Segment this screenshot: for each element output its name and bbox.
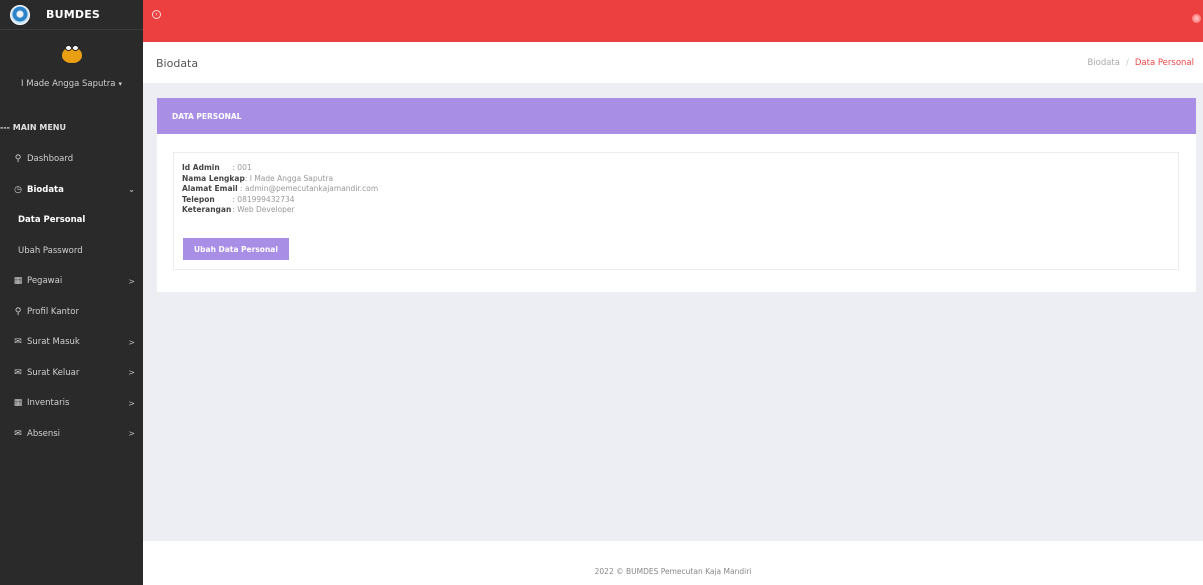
clock-icon: ◷ bbox=[14, 184, 22, 195]
field-value: : Web Developer bbox=[232, 205, 295, 214]
info-row: Alamat Email : admin@pemecutankajamandir… bbox=[182, 184, 378, 195]
user-name: I Made Angga Saputra bbox=[21, 79, 116, 89]
field-label: Id Admin bbox=[182, 163, 220, 172]
calendar-icon: ▦ bbox=[13, 398, 23, 409]
avatar[interactable] bbox=[60, 43, 84, 63]
sidebar-item-label: Data Personal bbox=[18, 215, 86, 226]
avatar-eye bbox=[71, 45, 79, 51]
info-row: Id Admin : 001 bbox=[182, 163, 378, 174]
field-label: Alamat Email bbox=[182, 184, 238, 193]
sidebar-item-absensi[interactable]: ✉ Absensi > bbox=[0, 419, 143, 450]
sidebar-item-label: Dashboard bbox=[27, 154, 74, 165]
sidebar-item-dashboard[interactable]: ⚲ Dashboard bbox=[0, 144, 143, 175]
sidebar-item-pegawai[interactable]: ▦ Pegawai > bbox=[0, 266, 143, 297]
logo-icon bbox=[10, 4, 30, 25]
field-value: : 001 bbox=[232, 163, 252, 172]
field-value: : I Made Angga Saputra bbox=[244, 173, 334, 183]
brand[interactable]: BUMDES bbox=[0, 0, 143, 29]
field-value: : admin@pemecutankajamandir.com bbox=[240, 184, 379, 193]
sidebar-item-label: Profil Kantor bbox=[27, 306, 79, 317]
sidebar-item-label: Inventaris bbox=[27, 398, 70, 409]
chevron-down-icon: ⌄ bbox=[128, 185, 135, 195]
chevron-right-icon: > bbox=[128, 337, 135, 347]
sidebar-item-biodata[interactable]: ◷ Biodata ⌄ bbox=[0, 175, 143, 206]
field-value: : 081999432734 bbox=[232, 194, 295, 204]
topbar: ‹ bbox=[143, 0, 1203, 42]
sidebar: BUMDES I Made Angga Saputra ▾ --- MAIN ME… bbox=[0, 0, 143, 585]
sidebar-item-inventaris[interactable]: ▦ Inventaris > bbox=[0, 388, 143, 419]
personal-info: Id Admin : 001 Nama Lengkap: I Made Angg… bbox=[182, 163, 378, 216]
sidebar-item-label: Absensi bbox=[27, 428, 61, 439]
footer: 2022 © BUMDES Pemecutan Kaja Mandiri bbox=[143, 541, 1203, 585]
sidebar-item-label: Surat Keluar bbox=[27, 367, 80, 378]
calendar-icon: ▦ bbox=[13, 276, 23, 287]
biodata-submenu: Data Personal Ubah Password bbox=[0, 205, 143, 266]
sidebar-item-surat-keluar[interactable]: ✉ Surat Keluar > bbox=[0, 358, 143, 389]
field-label: Keterangan bbox=[182, 205, 232, 214]
chevron-right-icon: > bbox=[128, 368, 135, 378]
info-row: Telepon : 081999432734 bbox=[182, 195, 378, 206]
sidebar-toggle-icon[interactable]: ‹ bbox=[152, 10, 161, 19]
sidebar-item-label: Biodata bbox=[27, 184, 64, 195]
settings-icon[interactable] bbox=[1192, 14, 1201, 23]
sidebar-menu: ⚲ Dashboard ◷ Biodata ⌄ Data Personal Ub… bbox=[0, 144, 143, 449]
sidebar-item-data-personal[interactable]: Data Personal bbox=[0, 205, 143, 236]
page-header: Biodata Biodata / Data Personal bbox=[143, 42, 1203, 83]
envelope-icon: ✉ bbox=[14, 337, 22, 348]
card-title: DATA PERSONAL bbox=[157, 98, 1196, 134]
caret-down-icon: ▾ bbox=[118, 80, 122, 88]
user-panel: I Made Angga Saputra ▾ bbox=[0, 29, 143, 112]
sidebar-item-profil-kantor[interactable]: ⚲ Profil Kantor bbox=[0, 297, 143, 328]
info-row: Keterangan : Web Developer bbox=[182, 205, 378, 216]
breadcrumb-parent[interactable]: Biodata bbox=[1087, 58, 1120, 68]
sidebar-item-label: Surat Masuk bbox=[27, 337, 80, 348]
sidebar-item-surat-masuk[interactable]: ✉ Surat Masuk > bbox=[0, 327, 143, 358]
field-label: Telepon bbox=[182, 194, 215, 204]
envelope-icon: ✉ bbox=[14, 428, 22, 439]
field-label: Nama Lengkap bbox=[182, 173, 245, 183]
key-icon: ⚲ bbox=[14, 154, 22, 165]
breadcrumb: Biodata / Data Personal bbox=[1087, 58, 1194, 68]
edit-personal-data-button[interactable]: Ubah Data Personal bbox=[183, 238, 289, 260]
footer-text: 2022 © BUMDES Pemecutan Kaja Mandiri bbox=[594, 567, 752, 576]
brand-name: BUMDES bbox=[46, 8, 101, 21]
envelope-icon: ✉ bbox=[14, 367, 22, 378]
breadcrumb-current: Data Personal bbox=[1134, 58, 1194, 68]
menu-header-label: --- MAIN MENU bbox=[0, 123, 66, 132]
sidebar-item-ubah-password[interactable]: Ubah Password bbox=[0, 236, 143, 267]
sidebar-item-label: Ubah Password bbox=[18, 245, 83, 256]
avatar-eye bbox=[64, 45, 72, 51]
data-personal-card: DATA PERSONAL Id Admin : 001 Nama Lengka… bbox=[157, 98, 1196, 292]
menu-header: --- MAIN MENU bbox=[0, 112, 143, 134]
chevron-right-icon: > bbox=[128, 276, 135, 286]
user-dropdown[interactable]: I Made Angga Saputra ▾ bbox=[0, 79, 143, 89]
key-icon: ⚲ bbox=[14, 306, 22, 317]
chevron-right-icon: > bbox=[128, 429, 135, 439]
sidebar-item-label: Pegawai bbox=[27, 276, 63, 287]
info-row: Nama Lengkap: I Made Angga Saputra bbox=[182, 174, 378, 185]
card-body: Id Admin : 001 Nama Lengkap: I Made Angg… bbox=[173, 152, 1179, 270]
chevron-right-icon: > bbox=[128, 398, 135, 408]
breadcrumb-separator: / bbox=[1125, 58, 1129, 68]
page-title: Biodata bbox=[156, 57, 199, 70]
